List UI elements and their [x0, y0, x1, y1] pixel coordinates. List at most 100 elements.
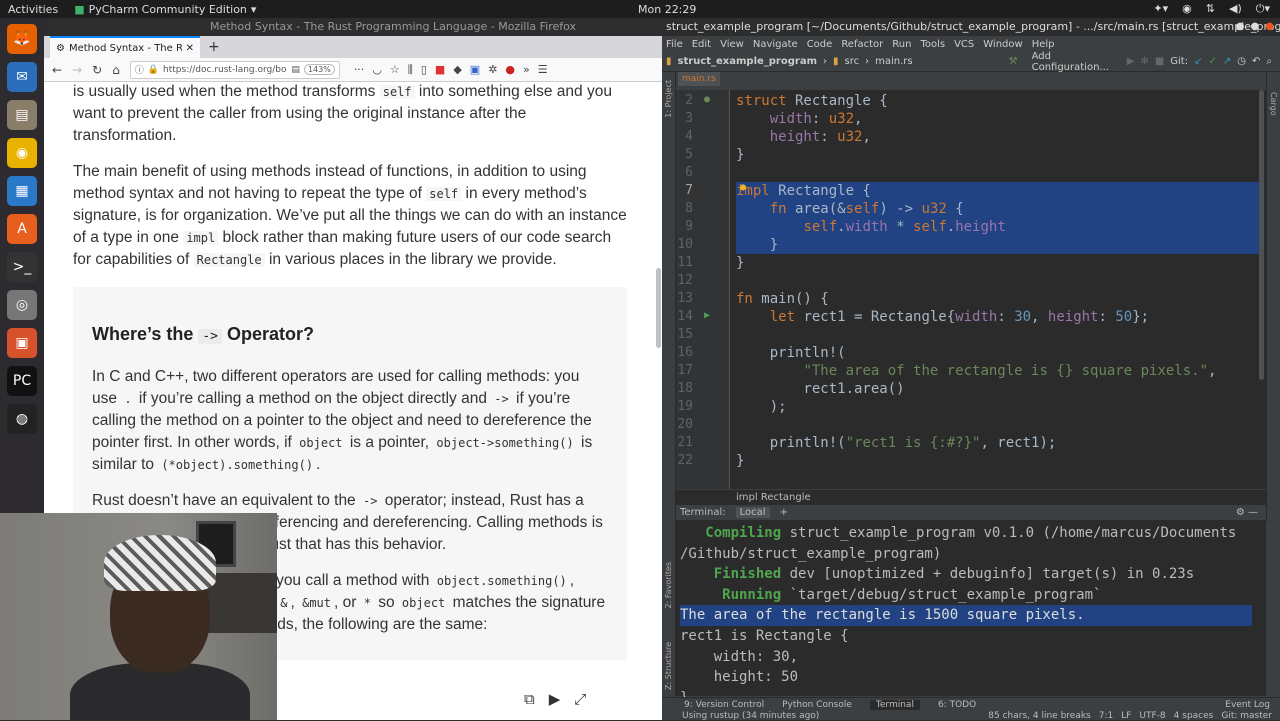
activities-button[interactable]: Activities — [8, 3, 58, 16]
code-line[interactable]: width: u32, — [736, 110, 863, 128]
forward-icon[interactable]: → — [72, 63, 82, 77]
code-line[interactable]: height: u32, — [736, 128, 871, 146]
stop-disabled-icon[interactable]: ■ — [1155, 56, 1164, 67]
crumb-project[interactable]: struct_example_program — [678, 56, 817, 67]
menu-code[interactable]: Code — [807, 39, 833, 50]
tab-main-rs[interactable]: main.rs — [678, 72, 720, 86]
git-push-icon[interactable]: ↗ — [1223, 56, 1231, 67]
new-tab-button[interactable]: + — [208, 36, 220, 58]
debug-disabled-icon[interactable]: ✻ — [1140, 56, 1148, 67]
close-icon[interactable]: ● — [1265, 18, 1274, 36]
history-icon[interactable]: ◷ — [1237, 56, 1246, 67]
structure-tool-button[interactable]: Z: Structure — [664, 642, 673, 690]
code-line[interactable]: println!( — [736, 344, 846, 362]
obs-icon[interactable]: ◍ — [7, 404, 37, 434]
code-line[interactable]: println!("rect1 is {:#?}", rect1); — [736, 434, 1057, 452]
code-line[interactable]: } — [736, 452, 744, 470]
git-update-icon[interactable]: ↙ — [1194, 56, 1202, 67]
code-line[interactable]: self.width * self.height — [736, 218, 1005, 236]
overflow-icon[interactable]: » — [523, 63, 530, 77]
code-breadcrumb[interactable]: impl Rectangle — [676, 489, 1266, 505]
code-line[interactable]: let rect1 = Rectangle{width: 30, height:… — [736, 308, 1149, 326]
pocket-icon[interactable]: ◡ — [372, 63, 382, 77]
menu-help[interactable]: Help — [1032, 39, 1055, 50]
zoom-badge[interactable]: 143% — [303, 64, 335, 75]
favorites-tool-button[interactable]: 2: Favorites — [664, 562, 673, 608]
terminal-output[interactable]: Compiling struct_example_program v0.1.0 … — [676, 521, 1266, 706]
code-line[interactable]: } — [736, 236, 778, 254]
tool-tab-9-version-control[interactable]: 9: Version Control — [684, 700, 764, 710]
menu-view[interactable]: View — [720, 39, 744, 50]
maximize-icon[interactable]: ● — [1251, 18, 1260, 36]
gear-icon[interactable]: ⚙ — — [1236, 507, 1258, 518]
extension-badge-icon[interactable]: ▣ — [470, 63, 480, 77]
menu-run[interactable]: Run — [892, 39, 911, 50]
sidebar-icon[interactable]: ▯ — [421, 63, 427, 77]
home-icon[interactable]: ⌂ — [112, 63, 120, 77]
url-text[interactable]: https://doc.rust-lang.org/book/ch05-03-m… — [163, 65, 287, 75]
run-main-icon[interactable]: ▶ — [704, 310, 710, 321]
git-commit-icon[interactable]: ✓ — [1208, 56, 1216, 67]
menu-edit[interactable]: Edit — [692, 39, 711, 50]
system-tray[interactable]: ✦▾ ◉ ⇅ ◀) ⏻▾ — [1153, 2, 1270, 16]
code-line[interactable]: impl Rectangle { — [736, 182, 871, 200]
reload-icon[interactable]: ↻ — [92, 63, 102, 77]
tool-tab-6-todo[interactable]: 6: TODO — [938, 700, 976, 710]
code-line[interactable]: } — [736, 146, 744, 164]
steam-icon[interactable]: ◉ — [1182, 2, 1192, 16]
code-line[interactable]: "The area of the rectangle is {} square … — [736, 362, 1216, 380]
tool-tab-terminal[interactable]: Terminal — [869, 700, 920, 710]
code-line[interactable]: ); — [736, 398, 787, 416]
revert-icon[interactable]: ↶ — [1252, 56, 1260, 67]
terminal-icon[interactable]: >_ — [7, 252, 37, 282]
menu-window[interactable]: Window — [983, 39, 1022, 50]
software-icon[interactable]: A — [7, 214, 37, 244]
menu-icon[interactable]: ☰ — [538, 63, 548, 77]
rhythmbox-icon[interactable]: ◉ — [7, 138, 37, 168]
menu-navigate[interactable]: Navigate — [753, 39, 798, 50]
search-icon[interactable]: ⌕ — [1266, 56, 1272, 67]
back-icon[interactable]: ← — [52, 63, 62, 77]
extension-dark-icon[interactable]: ◆ — [453, 63, 461, 77]
code-line[interactable]: struct Rectangle { — [736, 92, 888, 110]
menu-vcs[interactable]: VCS — [954, 39, 974, 50]
editor-scrollbar[interactable] — [1259, 90, 1264, 380]
crumb-src[interactable]: src — [845, 56, 860, 67]
code-line[interactable]: fn area(&self) -> u32 { — [736, 200, 964, 218]
bookmark-star-icon[interactable]: ☆ — [390, 63, 400, 77]
minimize-icon[interactable]: ● — [1236, 18, 1245, 36]
code-line[interactable]: rect1.area() — [736, 380, 904, 398]
run-icon[interactable]: ▶ — [549, 690, 561, 708]
tab-method-syntax[interactable]: ⚙ Method Syntax - The Rust Programming L… — [50, 36, 200, 58]
add-configuration-button[interactable]: Add Configuration... — [1032, 51, 1121, 73]
impress-icon[interactable]: ▣ — [7, 328, 37, 358]
terminal-tab-local[interactable]: Local — [735, 507, 770, 518]
firefox-icon[interactable]: 🦊 — [7, 24, 37, 54]
code-line[interactable]: } — [736, 254, 744, 272]
hammer-icon[interactable]: ⚒ — [1009, 56, 1018, 67]
thunderbird-icon[interactable]: ✉ — [7, 62, 37, 92]
code-line[interactable]: fn main() { — [736, 290, 829, 308]
menu-file[interactable]: File — [666, 39, 683, 50]
power-icon[interactable]: ⏻▾ — [1256, 2, 1270, 16]
writer-icon[interactable]: ▦ — [7, 176, 37, 206]
menu-tools[interactable]: Tools — [920, 39, 945, 50]
adblock-icon[interactable]: ● — [505, 63, 515, 77]
library-icon[interactable]: ⫼ — [408, 63, 413, 77]
pycharm-icon[interactable]: PC — [7, 366, 37, 396]
implemented-marker-icon[interactable]: ● — [704, 94, 710, 105]
volume-icon[interactable]: ◀) — [1229, 2, 1242, 16]
menu-refactor[interactable]: Refactor — [841, 39, 883, 50]
screenshot-icon[interactable]: ◎ — [7, 290, 37, 320]
event-log-button[interactable]: Event Log — [1225, 700, 1270, 710]
cargo-tool-button[interactable]: Cargo — [1269, 92, 1278, 116]
files-icon[interactable]: ▤ — [7, 100, 37, 130]
new-terminal-icon[interactable]: + — [780, 507, 788, 518]
url-bar[interactable]: ⓘ 🔒 https://doc.rust-lang.org/book/ch05-… — [129, 60, 340, 79]
extension-gear-icon[interactable]: ✲ — [488, 63, 497, 77]
close-tab-icon[interactable]: ✕ — [186, 43, 194, 54]
code-editor[interactable]: 2 3 4 5 6 7 8 9 10 11 12 13 14 15 16 17 18 19 20 21 22 struc… — [676, 90, 1266, 489]
expand-icon[interactable]: ⤢ — [574, 690, 586, 708]
tool-tab-python-console[interactable]: Python Console — [782, 700, 852, 710]
scrollbar[interactable] — [656, 268, 661, 348]
